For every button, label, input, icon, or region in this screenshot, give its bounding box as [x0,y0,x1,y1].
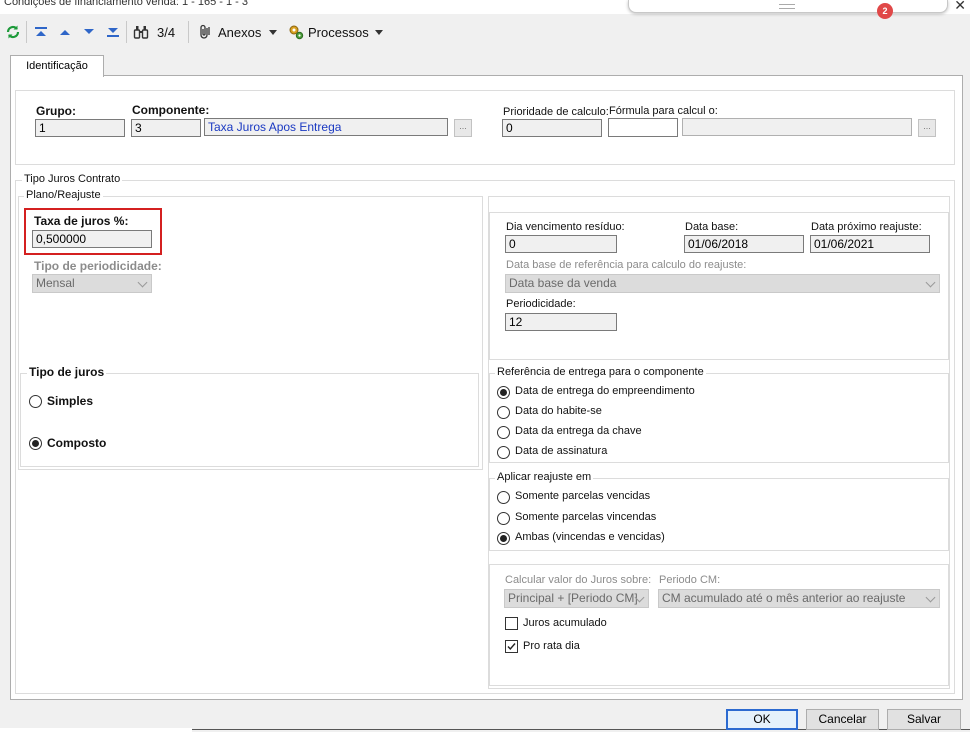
data-base-referencia-label: Data base de referência para calculo do … [506,259,747,271]
radio-composto[interactable] [29,437,42,450]
toolbar-separator [26,21,27,43]
data-proximo-reajuste-label: Data próximo reajuste: [811,221,922,233]
chevron-down-icon[interactable] [269,30,277,35]
juros-acumulado-checkbox[interactable] [505,617,518,630]
radio-ambas[interactable] [497,532,510,545]
formula-lookup-button[interactable]: ... [918,119,936,137]
chevron-down-icon [925,277,936,288]
record-position: 3/4 [157,25,176,40]
componente-description-field[interactable]: Taxa Juros Apos Entrega [204,118,448,136]
chevron-down-icon [925,592,936,603]
tab-identificacao[interactable]: Identificação [10,55,104,77]
tipo-periodicidade-value: Mensal [36,276,75,290]
tipo-periodicidade-label: Tipo de periodicidade: [34,259,162,273]
calcular-juros-label: Calcular valor do Juros sobre: [505,574,652,586]
radio-assinatura[interactable] [497,446,510,459]
formula-label: Fórmula para calcul o: [609,105,718,117]
formula-description-field[interactable] [682,118,912,136]
calcular-juros-value: Principal + [Periodo CM] [508,591,638,605]
chevron-down-icon[interactable] [375,30,383,35]
option-label: Data do habite-se [515,405,602,417]
periodicidade-label: Periodicidade: [506,298,576,310]
option-label: Composto [47,436,107,450]
radio-habite-se[interactable] [497,406,510,419]
radio-entrega-empreendimento[interactable] [497,386,510,399]
referencia-entrega-legend: Referência de entrega para o componente [495,366,706,378]
option-label: Somente parcelas vencidas [515,490,651,502]
status-strip [0,728,192,732]
last-record-icon[interactable] [104,23,122,41]
toolbar-separator [126,21,127,43]
data-proximo-reajuste-field[interactable]: 01/06/2021 [810,235,930,253]
prioridade-label: Prioridade de calculo: [503,106,609,118]
next-record-icon[interactable] [80,23,98,41]
checkmark-icon [507,643,516,651]
pro-rata-checkbox[interactable] [505,640,518,653]
grip-icon [779,4,795,9]
tipo-juros-contrato-legend: Tipo Juros Contrato [22,173,123,185]
aplicar-reajuste-legend: Aplicar reajuste em [495,471,594,483]
tipo-de-juros-legend: Tipo de juros [27,365,107,379]
radio-simples[interactable] [29,395,42,408]
paperclip-icon[interactable] [196,23,214,41]
radio-entrega-chave[interactable] [497,426,510,439]
plano-reajuste-legend: Plano/Reajuste [24,189,103,201]
componente-lookup-button[interactable]: ... [454,119,472,137]
componente-code-field[interactable]: 3 [131,119,201,137]
option-label: Simples [47,394,94,408]
periodicidade-field[interactable]: 12 [505,313,617,331]
notification-panel-handle[interactable] [628,0,948,13]
option-label: Data de assinatura [515,445,608,457]
prioridade-field[interactable]: 0 [502,119,602,137]
close-icon[interactable]: ✕ [954,0,966,14]
radio-parcelas-vencidas[interactable] [497,491,510,504]
dia-vencimento-field[interactable]: 0 [505,235,617,253]
toolbar-separator [188,21,189,43]
tipo-periodicidade-select[interactable]: Mensal [32,274,152,293]
chevron-down-icon [137,277,148,288]
data-base-referencia-select[interactable]: Data base da venda [505,274,940,293]
option-label: Ambas (vincendas e vencidas) [515,531,665,543]
window-title: Condições de financiamento venda: 1 - 16… [4,0,248,8]
cancel-button[interactable]: Cancelar [806,709,879,730]
juros-acumulado-label: Juros acumulado [523,617,607,629]
taxa-juros-field[interactable]: 0,500000 [32,230,152,248]
data-base-field[interactable]: 01/06/2018 [684,235,804,253]
tipo-de-juros-group [20,373,479,467]
processes-gear-icon[interactable] [287,23,305,41]
pro-rata-label: Pro rata dia [523,640,580,652]
processos-menu[interactable]: Processos [308,25,369,40]
periodo-cm-value: CM acumulado até o mês anterior ao reaju… [662,591,906,605]
option-label: Data da entrega da chave [515,425,642,437]
taxa-juros-label: Taxa de juros %: [34,214,129,228]
componente-label: Componente: [132,103,210,117]
save-button[interactable]: Salvar [887,709,961,730]
ok-button[interactable]: OK [726,709,798,730]
data-base-label: Data base: [685,221,739,233]
calcular-juros-select[interactable]: Principal + [Periodo CM] [504,589,649,608]
option-label: Data de entrega do empreendimento [515,385,695,397]
data-base-referencia-value: Data base da venda [509,276,617,290]
first-record-icon[interactable] [32,23,50,41]
option-label: Somente parcelas vincendas [515,511,657,523]
refresh-icon[interactable] [4,23,22,41]
previous-record-icon[interactable] [56,23,74,41]
binoculars-icon[interactable] [132,23,150,41]
radio-parcelas-vincendas[interactable] [497,512,510,525]
toolbar: 3/4 Anexos Processos [0,16,970,48]
formula-code-field[interactable] [608,118,678,137]
periodo-cm-label: Periodo CM: [659,574,721,586]
grupo-field[interactable]: 1 [35,119,125,137]
anexos-menu[interactable]: Anexos [218,25,261,40]
dia-vencimento-label: Dia vencimento resíduo: [506,221,625,233]
grupo-label: Grupo: [36,104,76,118]
periodo-cm-select[interactable]: CM acumulado até o mês anterior ao reaju… [658,589,940,608]
